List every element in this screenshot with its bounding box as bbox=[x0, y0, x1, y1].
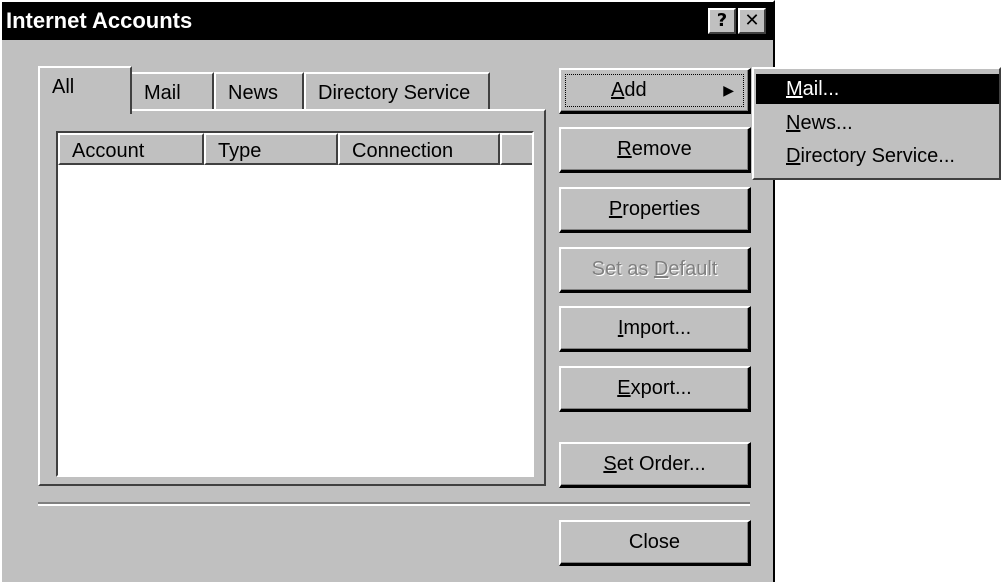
tab-news[interactable]: News bbox=[214, 72, 304, 112]
set-order-button[interactable]: Set Order... bbox=[559, 442, 751, 488]
menu-item-news[interactable]: News... bbox=[756, 108, 999, 138]
add-button[interactable]: Add ▶ bbox=[559, 68, 751, 114]
column-header-type[interactable]: Type bbox=[204, 133, 338, 165]
add-label: Add bbox=[611, 79, 647, 101]
set-as-default-button[interactable]: Set as Default bbox=[559, 247, 751, 293]
separator-highlight bbox=[38, 504, 750, 506]
internet-accounts-dialog: Internet Accounts ? ✕ All Mail News Dire… bbox=[0, 0, 775, 582]
tab-label: News bbox=[228, 82, 279, 104]
properties-button[interactable]: Properties bbox=[559, 187, 751, 233]
export-button[interactable]: Export... bbox=[559, 366, 751, 412]
import-button[interactable]: Import... bbox=[559, 306, 751, 352]
close-button[interactable]: Close bbox=[559, 520, 751, 566]
tab-directory-service[interactable]: Directory Service bbox=[304, 72, 490, 112]
help-icon: ? bbox=[716, 10, 728, 31]
window-title: Internet Accounts bbox=[6, 8, 193, 33]
column-label: Type bbox=[218, 140, 262, 162]
focus-rect bbox=[565, 74, 744, 107]
tab-label: All bbox=[52, 76, 75, 98]
column-header-empty bbox=[500, 133, 532, 165]
column-label: Connection bbox=[352, 140, 454, 162]
tab-mail[interactable]: Mail bbox=[130, 72, 214, 112]
column-header-connection[interactable]: Connection bbox=[338, 133, 500, 165]
help-button[interactable]: ? bbox=[708, 8, 736, 34]
accounts-list[interactable]: Account Type Connection bbox=[56, 131, 534, 477]
remove-button[interactable]: Remove bbox=[559, 127, 751, 173]
menu-item-directory-service[interactable]: Directory Service... bbox=[756, 141, 999, 171]
title-bar[interactable]: Internet Accounts ? ✕ bbox=[2, 2, 773, 40]
submenu-arrow-icon: ▶ bbox=[723, 82, 734, 98]
column-label: Account bbox=[72, 140, 145, 162]
menu-item-mail[interactable]: Mail... bbox=[756, 74, 999, 104]
column-header-account[interactable]: Account bbox=[58, 133, 204, 165]
tab-panel-all: Account Type Connection bbox=[38, 109, 546, 486]
tab-label: Mail bbox=[144, 82, 181, 104]
add-submenu: Mail... News... Directory Service... bbox=[752, 67, 1001, 180]
close-icon: ✕ bbox=[744, 10, 760, 31]
close-window-button[interactable]: ✕ bbox=[738, 8, 766, 34]
tab-label: Directory Service bbox=[318, 82, 471, 104]
tab-all[interactable]: All bbox=[38, 66, 132, 114]
